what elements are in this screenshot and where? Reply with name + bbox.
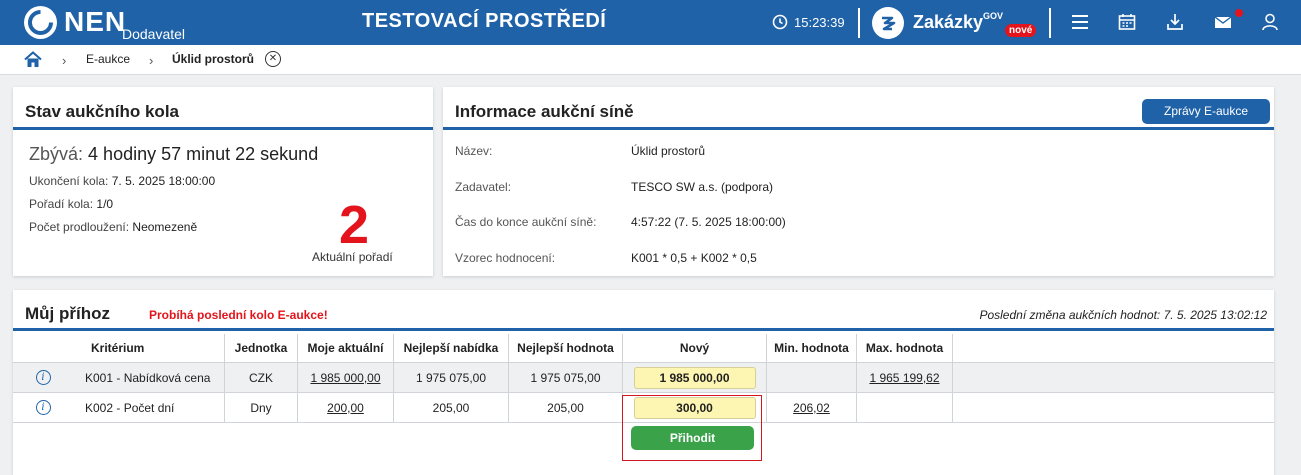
info-icon[interactable]: i [35, 400, 51, 415]
home-icon[interactable] [24, 51, 42, 68]
panel-divider [13, 127, 433, 130]
header-cell: Jednotka [225, 334, 298, 362]
auction-hall-info-panel: Informace aukční síně Zprávy E-aukce Náz… [443, 87, 1274, 276]
table-row: i K001 - Nabídková cena CZK 1 985 000,00… [13, 363, 1274, 393]
info-icon[interactable]: i [35, 370, 51, 385]
new-value-input[interactable]: 1 985 000,00 [633, 366, 756, 389]
best-offer-cell: 205,00 [394, 393, 509, 422]
calendar-icon[interactable] [1117, 12, 1137, 32]
info-label: Zadavatel: [455, 180, 512, 194]
new-value-cell: 1 985 000,00 [623, 363, 767, 392]
header-cell: Nový [623, 334, 767, 362]
breadcrumb: › E-aukce › Úklid prostorů ✕ [0, 45, 1301, 75]
download-icon[interactable] [1165, 12, 1185, 32]
max-value-cell [857, 393, 953, 422]
info-cell: i [13, 393, 73, 422]
zakazky-link[interactable]: Zakázky [913, 12, 983, 33]
extension-count: Počet prodloužení: Neomezeně [29, 220, 197, 234]
user-icon[interactable] [1260, 12, 1280, 32]
time-remaining-value: 4 hodiny 57 minut 22 sekund [88, 144, 319, 164]
brand-name[interactable]: NEN [64, 6, 126, 38]
unit-cell: Dny [225, 393, 298, 422]
info-label: Vzorec hodnocení: [455, 251, 556, 265]
info-label: Název: [455, 144, 493, 158]
header-divider [1049, 8, 1051, 38]
clock-time: 15:23:39 [794, 14, 845, 30]
mail-icon[interactable] [1213, 12, 1233, 32]
my-current-cell: 200,00 [298, 393, 394, 422]
place-bid-button[interactable]: Přihodit [631, 426, 754, 450]
zakazky-logo-icon[interactable] [872, 7, 904, 39]
clock: 15:23:39 [772, 14, 845, 30]
panel-divider [443, 127, 1274, 130]
round-end-label: Ukončení kola: [29, 174, 109, 188]
panel-title: Informace aukční síně [455, 102, 634, 121]
info-cell: i [13, 363, 73, 392]
current-rank-value: 2 [339, 195, 370, 255]
unit-cell: CZK [225, 363, 298, 392]
breadcrumb-item-eaukce[interactable]: E-aukce [86, 52, 130, 66]
brand-subtitle: Dodavatel [122, 26, 186, 42]
chevron-right-icon: › [149, 53, 154, 68]
best-value-cell: 1 975 075,00 [509, 363, 623, 392]
clock-icon [772, 14, 788, 30]
chevron-right-icon: › [62, 53, 67, 68]
round-order: Pořadí kola: 1/0 [29, 197, 113, 211]
round-order-label: Pořadí kola: [29, 197, 94, 211]
nen-logo-icon[interactable] [24, 6, 57, 39]
max-value-cell: 1 965 199,62 [857, 363, 953, 392]
extension-count-value: Neomezeně [132, 220, 198, 234]
last-change-timestamp: Poslední změna aukčních hodnot: 7. 5. 20… [979, 308, 1267, 322]
table-header: Kritérium Jednotka Moje aktuální Nejlepš… [13, 334, 1274, 363]
top-header: NEN Dodavatel TESTOVACÍ PROSTŘEDÍ 15:23:… [0, 0, 1301, 45]
min-value-cell [767, 363, 857, 392]
panel-title: Stav aukčního kola [25, 102, 179, 121]
panel-divider [13, 328, 1274, 331]
min-value-link[interactable]: 206,02 [793, 401, 830, 415]
best-value-cell: 205,00 [509, 393, 623, 422]
panel-title: Můj příhoz [25, 304, 110, 323]
info-label: Čas do konce aukční síně: [455, 215, 597, 229]
auction-round-status-panel: Stav aukčního kola Zbývá: 4 hodiny 57 mi… [13, 87, 433, 276]
info-value: Úklid prostorů [631, 144, 706, 158]
close-icon[interactable]: ✕ [265, 51, 281, 67]
round-order-value: 1/0 [96, 197, 114, 211]
breadcrumb-item-current: Úklid prostorů [172, 52, 255, 66]
auction-messages-button[interactable]: Zprávy E-aukce [1142, 99, 1270, 124]
header-cell: Kritérium [73, 334, 225, 362]
header-cell: Nejlepší nabídka [394, 334, 509, 362]
my-bid-panel: Můj příhoz Probíhá poslední kolo E-aukce… [13, 290, 1274, 475]
my-current-link[interactable]: 1 985 000,00 [310, 371, 380, 385]
header-divider [858, 8, 860, 38]
notification-dot [1235, 9, 1243, 17]
time-remaining: Zbývá: 4 hodiny 57 minut 22 sekund [29, 144, 318, 165]
header-cell [13, 334, 73, 362]
info-value: TESCO SW a.s. (podpora) [631, 180, 774, 194]
last-round-warning: Probíhá poslední kolo E-aukce! [149, 308, 328, 322]
my-current-cell: 1 985 000,00 [298, 363, 394, 392]
environment-title: TESTOVACÍ PROSTŘEDÍ [362, 10, 607, 32]
header-cell: Min. hodnota [767, 334, 857, 362]
current-rank-label: Aktuální pořadí [312, 250, 393, 264]
criterion-cell: K002 - Počet dní [73, 393, 225, 422]
max-value-link[interactable]: 1 965 199,62 [869, 371, 939, 385]
extension-count-label: Počet prodloužení: [29, 220, 130, 234]
menu-icon[interactable] [1070, 12, 1090, 32]
new-badge: nové [1005, 24, 1037, 37]
round-end: Ukončení kola: 7. 5. 2025 18:00:00 [29, 174, 215, 188]
min-value-cell: 206,02 [767, 393, 857, 422]
zakazky-gov-label: GOV [983, 11, 1004, 21]
header-cell: Moje aktuální [298, 334, 394, 362]
info-value: K001 * 0,5 + K002 * 0,5 [631, 251, 757, 265]
my-current-link[interactable]: 200,00 [327, 401, 364, 415]
round-end-value: 7. 5. 2025 18:00:00 [111, 174, 216, 188]
header-cell: Nejlepší hodnota [509, 334, 623, 362]
best-offer-cell: 1 975 075,00 [394, 363, 509, 392]
time-remaining-label: Zbývá: [29, 144, 84, 164]
criterion-cell: K001 - Nabídková cena [73, 363, 225, 392]
info-value: 4:57:22 (7. 5. 2025 18:00:00) [631, 215, 786, 229]
header-cell: Max. hodnota [857, 334, 953, 362]
